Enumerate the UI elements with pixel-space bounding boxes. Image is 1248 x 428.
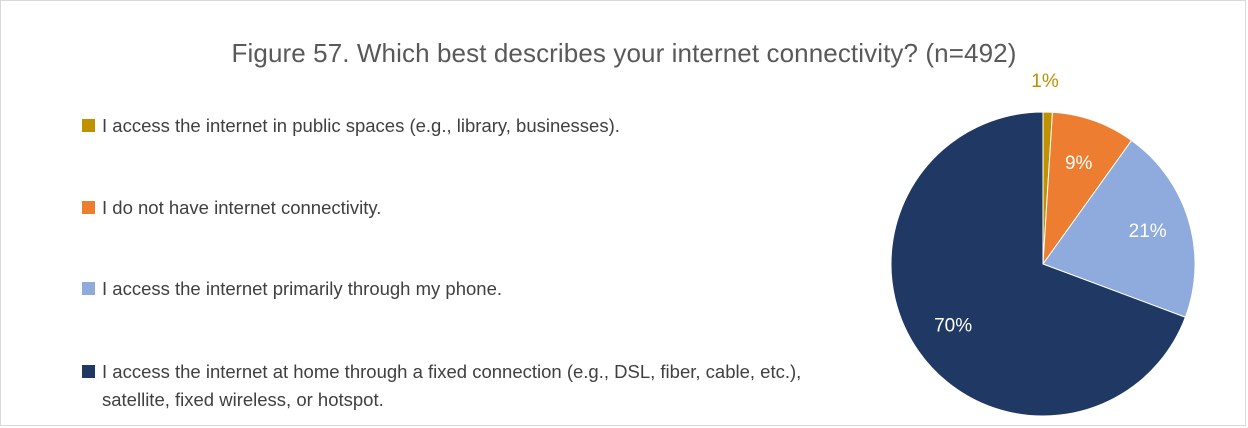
data-label-no-connectivity: 9% bbox=[1065, 153, 1093, 174]
data-label-fixed-connection: 70% bbox=[934, 315, 972, 336]
data-label-phone: 21% bbox=[1129, 221, 1167, 242]
pie-chart: 1% 9% 21% 70% bbox=[890, 71, 1196, 417]
data-label-public-spaces: 1% bbox=[1031, 71, 1059, 92]
